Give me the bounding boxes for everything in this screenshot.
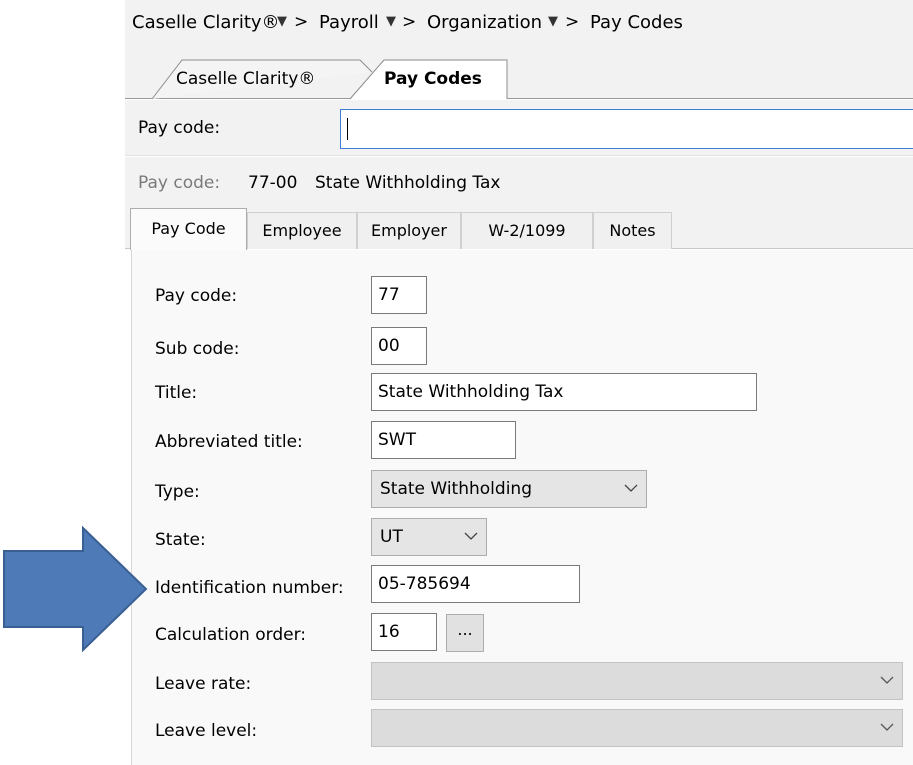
leave-rate-label: Leave rate: <box>155 674 252 694</box>
state-select[interactable]: UT <box>371 518 487 556</box>
chevron-down-icon <box>880 723 894 731</box>
breadcrumb-item-caselle[interactable]: Caselle Clarity® <box>132 12 280 33</box>
sub-code-label: Sub code: <box>155 339 240 359</box>
breadcrumb-item-payroll[interactable]: Payroll <box>319 12 379 33</box>
title-field[interactable]: State Withholding Tax <box>371 373 757 411</box>
calculation-order-label: Calculation order: <box>155 625 306 645</box>
annotation-arrow-icon <box>3 525 148 653</box>
chevron-down-icon[interactable]: ▼ <box>386 14 396 29</box>
abbreviated-title-field[interactable]: SWT <box>371 421 516 459</box>
state-select-value: UT <box>380 527 403 547</box>
tab-pay-codes[interactable]: Pay Codes <box>384 60 508 99</box>
type-select[interactable]: State Withholding <box>371 470 647 508</box>
breadcrumb-separator: > <box>402 12 417 32</box>
tab-employee[interactable]: Employee <box>247 212 357 249</box>
chevron-down-icon <box>880 676 894 684</box>
tab-w2-1099[interactable]: W-2/1099 <box>461 212 593 249</box>
abbreviated-title-label: Abbreviated title: <box>155 432 303 452</box>
breadcrumb-separator: > <box>565 12 580 32</box>
current-record-code: 77-00 <box>248 173 298 193</box>
calculation-order-field[interactable]: 16 <box>371 613 437 651</box>
breadcrumb: Caselle Clarity® ▼ > Payroll ▼ > Organiz… <box>125 0 913 47</box>
leave-level-select[interactable] <box>371 709 903 747</box>
breadcrumb-item-pay-codes[interactable]: Pay Codes <box>590 12 683 33</box>
identification-number-label: Identification number: <box>155 578 344 598</box>
identification-number-field[interactable]: 05-785694 <box>371 565 580 603</box>
breadcrumb-item-organization[interactable]: Organization <box>427 12 542 33</box>
sub-code-field[interactable]: 00 <box>371 327 427 365</box>
tab-caselle-clarity[interactable]: Caselle Clarity® <box>176 60 366 99</box>
chevron-down-icon <box>624 484 638 492</box>
pay-code-search-label: Pay code: <box>138 118 221 138</box>
title-label: Title: <box>155 383 198 403</box>
current-record-title: State Withholding Tax <box>315 173 501 193</box>
tab-notes[interactable]: Notes <box>593 212 672 249</box>
tab-employer[interactable]: Employer <box>357 212 461 249</box>
leave-rate-select[interactable] <box>371 662 903 700</box>
breadcrumb-separator: > <box>294 12 309 32</box>
tab-pay-code[interactable]: Pay Code <box>130 208 247 250</box>
chevron-down-icon <box>464 532 478 540</box>
type-label: Type: <box>155 482 200 502</box>
text-cursor <box>347 118 348 140</box>
pay-code-label: Pay code: <box>155 286 238 306</box>
pay-code-search-input[interactable] <box>340 109 913 149</box>
chevron-down-icon[interactable]: ▼ <box>277 14 287 29</box>
current-record-bar <box>125 157 913 207</box>
state-label: State: <box>155 530 206 550</box>
chevron-down-icon[interactable]: ▼ <box>548 14 558 29</box>
type-select-value: State Withholding <box>380 479 532 499</box>
pay-code-field[interactable]: 77 <box>371 276 427 314</box>
leave-level-label: Leave level: <box>155 721 258 741</box>
current-record-label: Pay code: <box>138 173 221 193</box>
calculation-order-lookup-button[interactable]: ... <box>446 614 484 652</box>
